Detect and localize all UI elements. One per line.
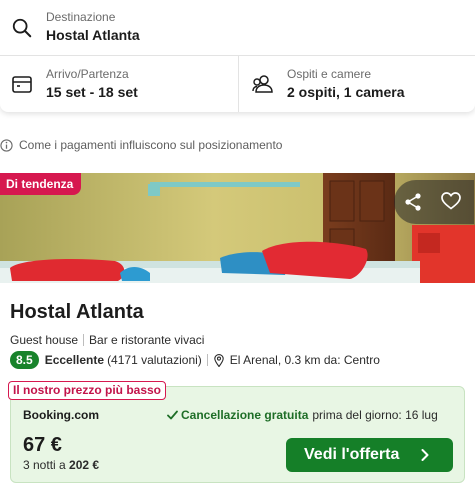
favorite-button[interactable] [435, 185, 467, 217]
calendar-icon [12, 76, 32, 93]
search-icon [12, 18, 32, 38]
hotel-location: El Arenal, 0.3 km da: Centro [229, 353, 380, 367]
guests-value: 2 ospiti, 1 camera [287, 84, 405, 100]
view-deal-label: Vedi l'offerta [304, 446, 400, 463]
info-text: Come i pagamenti influiscono sul posizio… [19, 138, 283, 152]
trending-badge: Di tendenza [0, 173, 82, 195]
destination-value: Hostal Atlanta [46, 27, 140, 43]
hotel-type: Guest house [10, 333, 79, 347]
hotel-name[interactable]: Hostal Atlanta [10, 301, 144, 324]
payments-ranking-info[interactable]: Come i pagamenti influiscono sul posizio… [0, 137, 282, 153]
hotel-feature: Bar e ristorante vivaci [89, 333, 205, 347]
location-pin-icon [214, 353, 224, 367]
rating-location-row: 8.5 Eccellente (4171 valutazioni) El Are… [10, 351, 380, 369]
free-cancellation: Cancellazione gratuita prima del giorno:… [167, 408, 438, 422]
tag-divider [83, 334, 85, 346]
deal-provider: Booking.com [23, 408, 100, 422]
rating-word: Eccellente [44, 353, 105, 367]
dates-label: Arrivo/Partenza [46, 67, 129, 81]
dates-field[interactable]: Arrivo/Partenza 15 set - 18 set [0, 56, 239, 112]
destination-label: Destinazione [46, 10, 116, 24]
share-button[interactable] [398, 187, 428, 217]
guests-label: Ospiti e camere [287, 67, 372, 81]
dates-value: 15 set - 18 set [46, 84, 138, 100]
share-icon [405, 193, 421, 211]
rating-score-badge: 8.5 [10, 351, 39, 369]
destination-field[interactable]: Destinazione Hostal Atlanta [0, 0, 475, 56]
check-icon [167, 410, 178, 420]
nightly-price: 67 € [23, 434, 62, 456]
view-deal-button[interactable]: Vedi l'offerta [286, 438, 453, 472]
total-price: 202 € [69, 458, 100, 472]
heart-icon [441, 192, 461, 210]
cancel-strong-text: Cancellazione gratuita [181, 408, 309, 422]
total-price-line: 3 notti a 202 € [23, 458, 99, 472]
people-icon [252, 75, 273, 93]
cancel-deadline: prima del giorno: 16 lug [312, 408, 438, 422]
info-icon [0, 138, 13, 152]
rating-count: (4171 valutazioni) [107, 353, 202, 367]
search-summary-card: Destinazione Hostal Atlanta Arrivo/Parte… [0, 0, 475, 112]
chevron-right-icon [421, 449, 429, 461]
hotel-tags: Guest house Bar e ristorante vivaci [10, 333, 204, 347]
nights-prefix: 3 notti a [23, 458, 66, 472]
rating-divider [206, 354, 208, 366]
guests-field[interactable]: Ospiti e camere 2 ospiti, 1 camera [239, 56, 475, 112]
lowest-price-badge: Il nostro prezzo più basso [8, 381, 167, 400]
